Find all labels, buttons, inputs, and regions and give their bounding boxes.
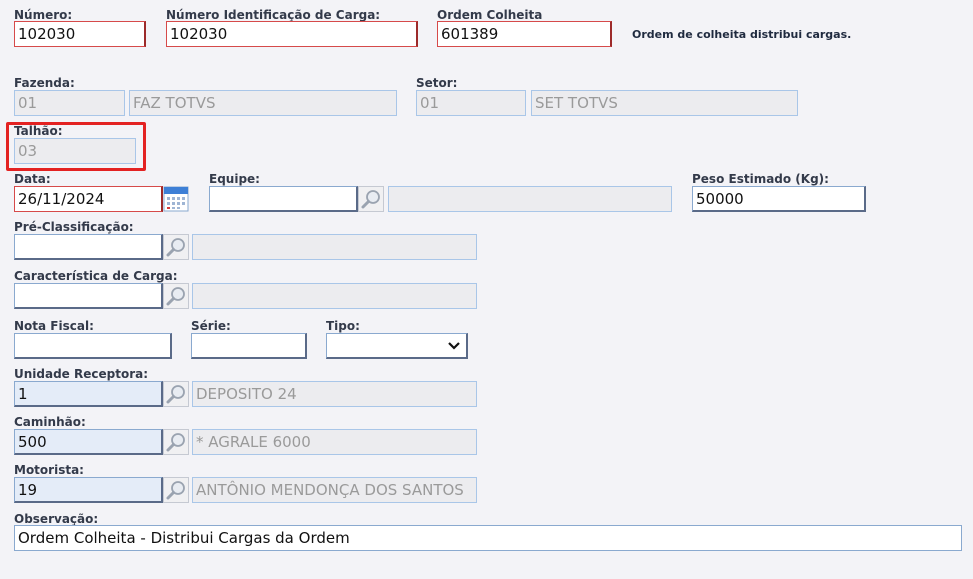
equipe-label: Equipe: — [209, 172, 260, 186]
search-icon[interactable] — [163, 477, 189, 503]
talhao-field: 03 — [14, 138, 136, 164]
search-icon[interactable] — [163, 283, 189, 309]
num-ident-carga-field[interactable]: 102030 — [166, 21, 418, 47]
fazenda-code-field: 01 — [14, 90, 125, 116]
setor-desc-field: SET TOTVS — [531, 90, 798, 116]
calendar-icon[interactable] — [163, 186, 189, 212]
caracteristica-carga-desc-field — [192, 283, 477, 309]
equipe-desc-field — [388, 186, 672, 212]
observacao-label: Observação: — [14, 512, 99, 526]
data-label: Data: — [14, 172, 51, 186]
talhao-label: Talhão: — [14, 124, 63, 138]
equipe-code-field[interactable] — [209, 186, 358, 212]
fazenda-desc-field: FAZ TOTVS — [129, 90, 397, 116]
caracteristica-carga-code-field[interactable] — [14, 283, 163, 309]
search-icon[interactable] — [358, 186, 384, 212]
search-icon[interactable] — [163, 234, 189, 260]
search-icon[interactable] — [163, 381, 189, 407]
nota-fiscal-field[interactable] — [14, 333, 172, 359]
caracteristica-carga-label: Característica de Carga: — [14, 269, 178, 283]
numero-field[interactable]: 102030 — [14, 21, 146, 47]
caminhao-code-field[interactable]: 500 — [14, 429, 163, 455]
caminhao-desc-field: * AGRALE 6000 — [192, 429, 477, 455]
setor-label: Setor: — [416, 76, 458, 90]
peso-estimado-field[interactable]: 50000 — [692, 186, 866, 212]
serie-field[interactable] — [191, 333, 307, 359]
unidade-receptora-code-field[interactable]: 1 — [14, 381, 163, 407]
serie-label: Série: — [191, 319, 231, 333]
motorista-desc-field: ANTÔNIO MENDONÇA DOS SANTOS — [192, 477, 477, 503]
ordem-colheita-note: Ordem de colheita distribui cargas. — [632, 28, 852, 41]
motorista-label: Motorista: — [14, 463, 84, 477]
pre-classificacao-desc-field — [192, 234, 477, 260]
tipo-select[interactable] — [326, 333, 468, 359]
search-icon[interactable] — [163, 429, 189, 455]
num-ident-carga-label: Número Identificação de Carga: — [166, 8, 381, 22]
numero-label: Número: — [14, 8, 73, 22]
nota-fiscal-label: Nota Fiscal: — [14, 319, 94, 333]
ordem-colheita-field[interactable]: 601389 — [437, 21, 612, 47]
peso-estimado-label: Peso Estimado (Kg): — [692, 172, 829, 186]
unidade-receptora-desc-field: DEPOSITO 24 — [192, 381, 477, 407]
setor-code-field: 01 — [416, 90, 526, 116]
pre-classificacao-label: Pré-Classificação: — [14, 220, 134, 234]
ordem-colheita-label: Ordem Colheita — [437, 8, 543, 22]
caminhao-label: Caminhão: — [14, 415, 86, 429]
pre-classificacao-code-field[interactable] — [14, 234, 163, 260]
tipo-label: Tipo: — [326, 319, 360, 333]
fazenda-label: Fazenda: — [14, 76, 75, 90]
chevron-down-icon — [448, 342, 460, 350]
data-field[interactable]: 26/11/2024 — [14, 186, 163, 212]
unidade-receptora-label: Unidade Receptora: — [14, 367, 149, 381]
motorista-code-field[interactable]: 19 — [14, 477, 163, 503]
observacao-field[interactable]: Ordem Colheita - Distribui Cargas da Ord… — [14, 525, 962, 551]
